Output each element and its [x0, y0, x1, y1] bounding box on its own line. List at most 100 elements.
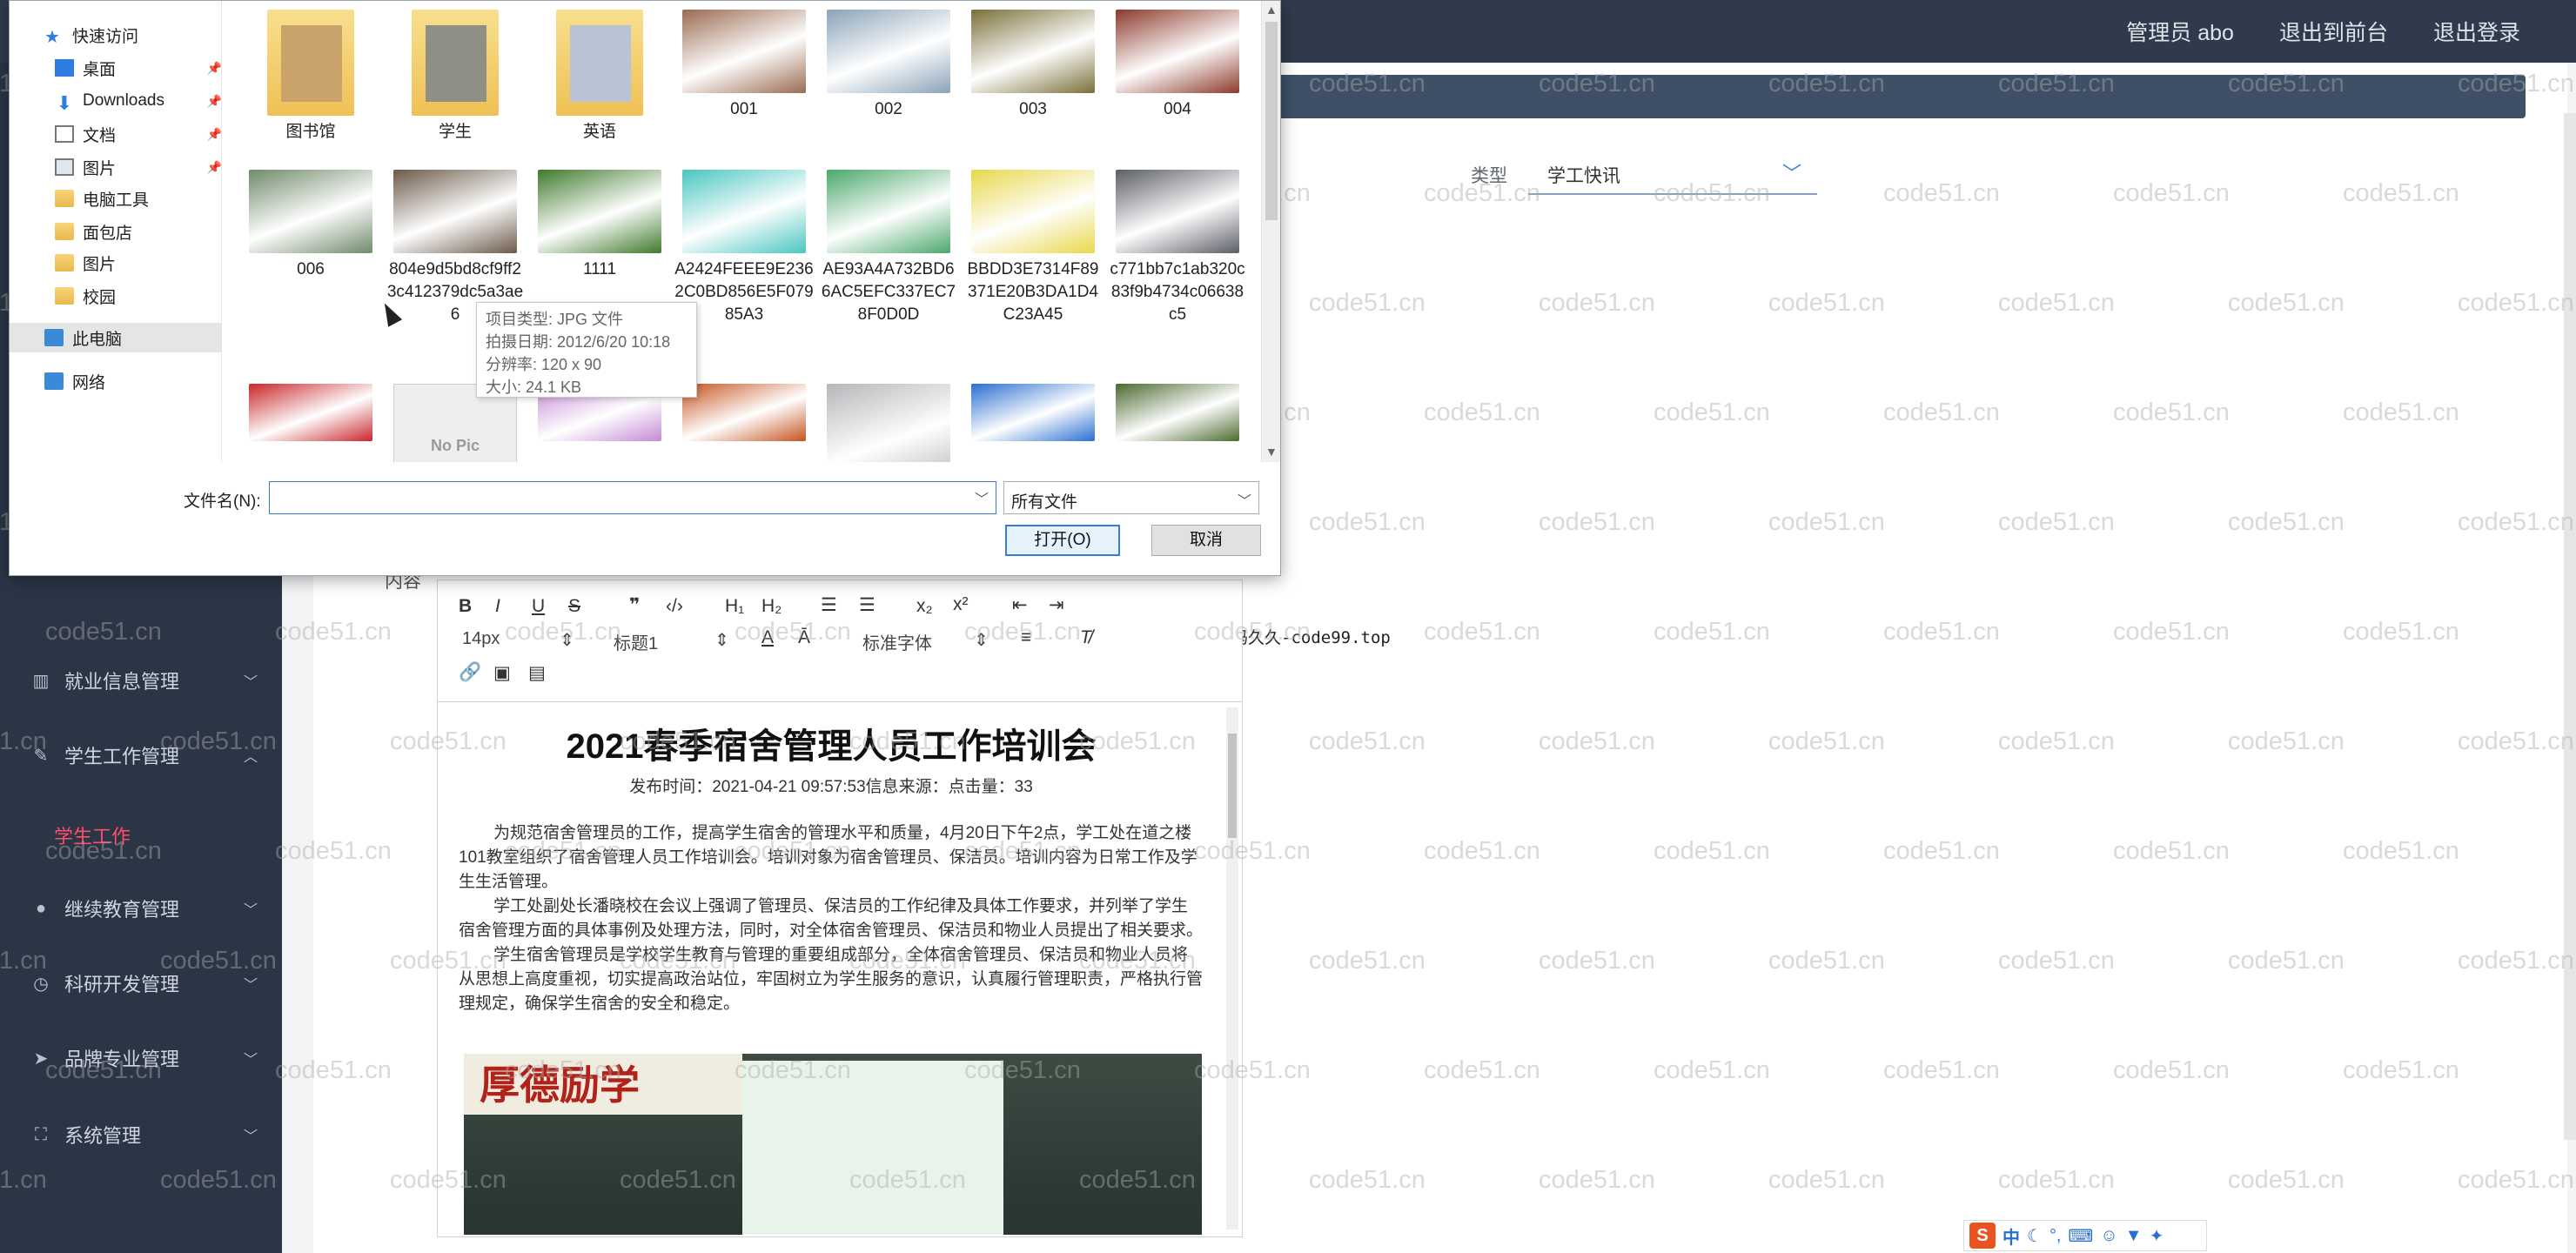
- indent-icon[interactable]: ⇥: [1049, 594, 1064, 616]
- logout-link[interactable]: 退出登录: [2433, 16, 2520, 47]
- nav-desktop[interactable]: 桌面 📌: [10, 53, 222, 83]
- file-tile[interactable]: [819, 358, 958, 462]
- heading1-icon[interactable]: H₁: [725, 596, 744, 617]
- file-tile[interactable]: 英语: [530, 10, 669, 144]
- underline-icon[interactable]: U: [532, 596, 545, 617]
- strikethrough-icon[interactable]: S: [568, 596, 580, 617]
- file-list-scrollbar[interactable]: ▲ ▼: [1261, 1, 1280, 462]
- user-icon[interactable]: ☺: [2100, 1226, 2117, 1246]
- sidebar-item-student-work[interactable]: ✎ 学生工作管理 ︿: [31, 738, 258, 773]
- scrollbar-thumb[interactable]: [1265, 22, 1278, 220]
- ime-mode[interactable]: 中: [2002, 1223, 2020, 1249]
- heading2-icon[interactable]: H₂: [761, 596, 782, 617]
- file-tile[interactable]: 图书馆: [241, 10, 380, 144]
- file-tile[interactable]: 002: [819, 10, 958, 121]
- video-icon[interactable]: ▤: [528, 662, 546, 684]
- code-icon[interactable]: ‹/›: [666, 596, 683, 617]
- image-thumbnail: [682, 384, 806, 441]
- editor-document[interactable]: 2021春季宿舍管理人员工作培训会 发布时间：2021-04-21 09:57:…: [459, 713, 1204, 1235]
- sidebar-item-employment[interactable]: ▥ 就业信息管理 ﹀: [31, 663, 258, 698]
- filename-input[interactable]: ﹀: [269, 481, 996, 514]
- cancel-button[interactable]: 取消: [1151, 525, 1261, 556]
- background-color-icon[interactable]: Ā: [798, 627, 810, 648]
- nav-folder-tools[interactable]: 电脑工具: [10, 184, 222, 213]
- editor-scrollbar[interactable]: [1226, 707, 1238, 1230]
- nav-this-pc[interactable]: 此电脑: [10, 323, 222, 352]
- pin-icon: 📌: [206, 60, 222, 75]
- image-thumbnail: [971, 384, 1095, 441]
- file-tile[interactable]: [241, 358, 380, 446]
- rich-text-editor[interactable]: B I U S ❞ ‹/› H₁ H₂ ☰ ☰ x₂ x² ⇤ ⇥ 14px ⇕…: [437, 580, 1243, 1237]
- file-tile[interactable]: 学生: [386, 10, 525, 144]
- clear-format-icon[interactable]: T̸: [1080, 627, 1091, 648]
- folder-icon: [556, 10, 643, 116]
- superscript-icon[interactable]: x²: [953, 594, 969, 615]
- subscript-icon[interactable]: x₂: [916, 596, 933, 617]
- image-icon[interactable]: ▣: [493, 662, 511, 684]
- image-thumbnail: [393, 170, 517, 253]
- chevron-down-icon[interactable]: ﹀: [975, 487, 989, 508]
- type-select[interactable]: 学工快讯 ﹀: [1528, 153, 1817, 195]
- nav-pictures[interactable]: 图片 📌: [10, 152, 222, 182]
- font-family-select[interactable]: 标准字体: [862, 629, 932, 654]
- wrench-icon[interactable]: ✦: [2150, 1225, 2164, 1247]
- filetype-select[interactable]: 所有文件 ﹀: [1003, 481, 1259, 514]
- italic-icon[interactable]: I: [495, 596, 500, 617]
- user-icon: ●: [35, 898, 47, 918]
- heading-select[interactable]: 标题1: [614, 629, 658, 654]
- open-button[interactable]: 打开(O): [1005, 525, 1120, 556]
- file-tile[interactable]: 006: [241, 170, 380, 281]
- skin-icon[interactable]: ▼: [2125, 1226, 2143, 1246]
- file-name: 图书馆: [285, 123, 336, 141]
- sidebar-item-brand-major[interactable]: ➤ 品牌专业管理 ﹀: [31, 1041, 258, 1075]
- nav-folder-pictures[interactable]: 图片: [10, 248, 222, 278]
- nav-folder-campus[interactable]: 校园: [10, 281, 222, 311]
- file-list-view: 图书馆 学生 英语 001 002 003 004 006 804e9d5bd8cf9ff23c…: [241, 10, 1259, 462]
- outdent-icon[interactable]: ⇤: [1012, 594, 1028, 616]
- file-tile[interactable]: 1111: [530, 170, 669, 281]
- nav-documents[interactable]: 文档 📌: [10, 119, 222, 149]
- nav-quick-access[interactable]: ★ 快速访问: [10, 20, 222, 50]
- filename-label: 文件名(N):: [184, 492, 261, 511]
- sidebar-item-continuing-education[interactable]: ● 继续教育管理 ﹀: [31, 891, 258, 926]
- ime-toolbar[interactable]: S 中 ☾ °, ⌨ ☺ ▼ ✦: [1963, 1220, 2207, 1251]
- folder-icon: [267, 10, 354, 116]
- nav-downloads[interactable]: ⬇ Downloads 📌: [10, 86, 222, 116]
- nav-network[interactable]: 网络: [10, 366, 222, 396]
- file-tile[interactable]: 003: [963, 10, 1103, 121]
- folder-icon: [55, 254, 74, 271]
- image-thumbnail: [1116, 170, 1239, 253]
- scrollbar-thumb[interactable]: [1228, 734, 1237, 838]
- chevron-up-icon[interactable]: ▲: [1265, 3, 1278, 17]
- nav-folder-bakery[interactable]: 面包店: [10, 217, 222, 246]
- chevron-down-icon[interactable]: ▼: [1265, 445, 1278, 459]
- chevron-down-icon: ﹀: [243, 978, 258, 993]
- font-color-icon[interactable]: A: [761, 627, 774, 648]
- file-name: 英语: [582, 123, 616, 141]
- back-to-front-link[interactable]: 退出到前台: [2279, 16, 2388, 47]
- sidebar-item-system[interactable]: ⛶ 系统管理 ﹀: [31, 1117, 258, 1152]
- font-size-select[interactable]: 14px: [462, 629, 500, 649]
- file-tile[interactable]: [963, 358, 1103, 446]
- file-tile[interactable]: [1108, 358, 1247, 446]
- chevron-up-icon: ︿: [243, 750, 258, 765]
- link-icon[interactable]: 🔗: [459, 662, 481, 683]
- sidebar-item-research[interactable]: ◷ 科研开发管理 ﹀: [31, 966, 258, 1001]
- sogou-icon[interactable]: S: [1969, 1223, 1996, 1249]
- file-tile[interactable]: 004: [1108, 10, 1247, 121]
- ordered-list-icon[interactable]: ☰: [821, 594, 837, 616]
- punctuation-icon[interactable]: °,: [2049, 1226, 2062, 1246]
- quote-icon[interactable]: ❞: [629, 594, 640, 616]
- align-icon[interactable]: ≡: [1021, 627, 1031, 648]
- file-tile[interactable]: AE93A4A732BD66AC5EFC337EC78F0D0D: [819, 170, 958, 326]
- chart-icon: ▥: [32, 671, 50, 691]
- file-tile[interactable]: 001: [674, 10, 814, 121]
- sidebar-subitem-student-work[interactable]: 学生工作: [54, 821, 131, 849]
- bold-icon[interactable]: B: [459, 596, 472, 617]
- page-scrollbar[interactable]: [2564, 113, 2576, 1140]
- bullet-list-icon[interactable]: ☰: [859, 594, 875, 616]
- file-tile[interactable]: BBDD3E7314F89371E20B3DA1D4C23A45: [963, 170, 1103, 326]
- keyboard-icon[interactable]: ⌨: [2069, 1225, 2094, 1247]
- file-tile[interactable]: c771bb7c1ab320c83f9b4734c06638c5: [1108, 170, 1247, 326]
- moon-icon[interactable]: ☾: [2027, 1225, 2043, 1247]
